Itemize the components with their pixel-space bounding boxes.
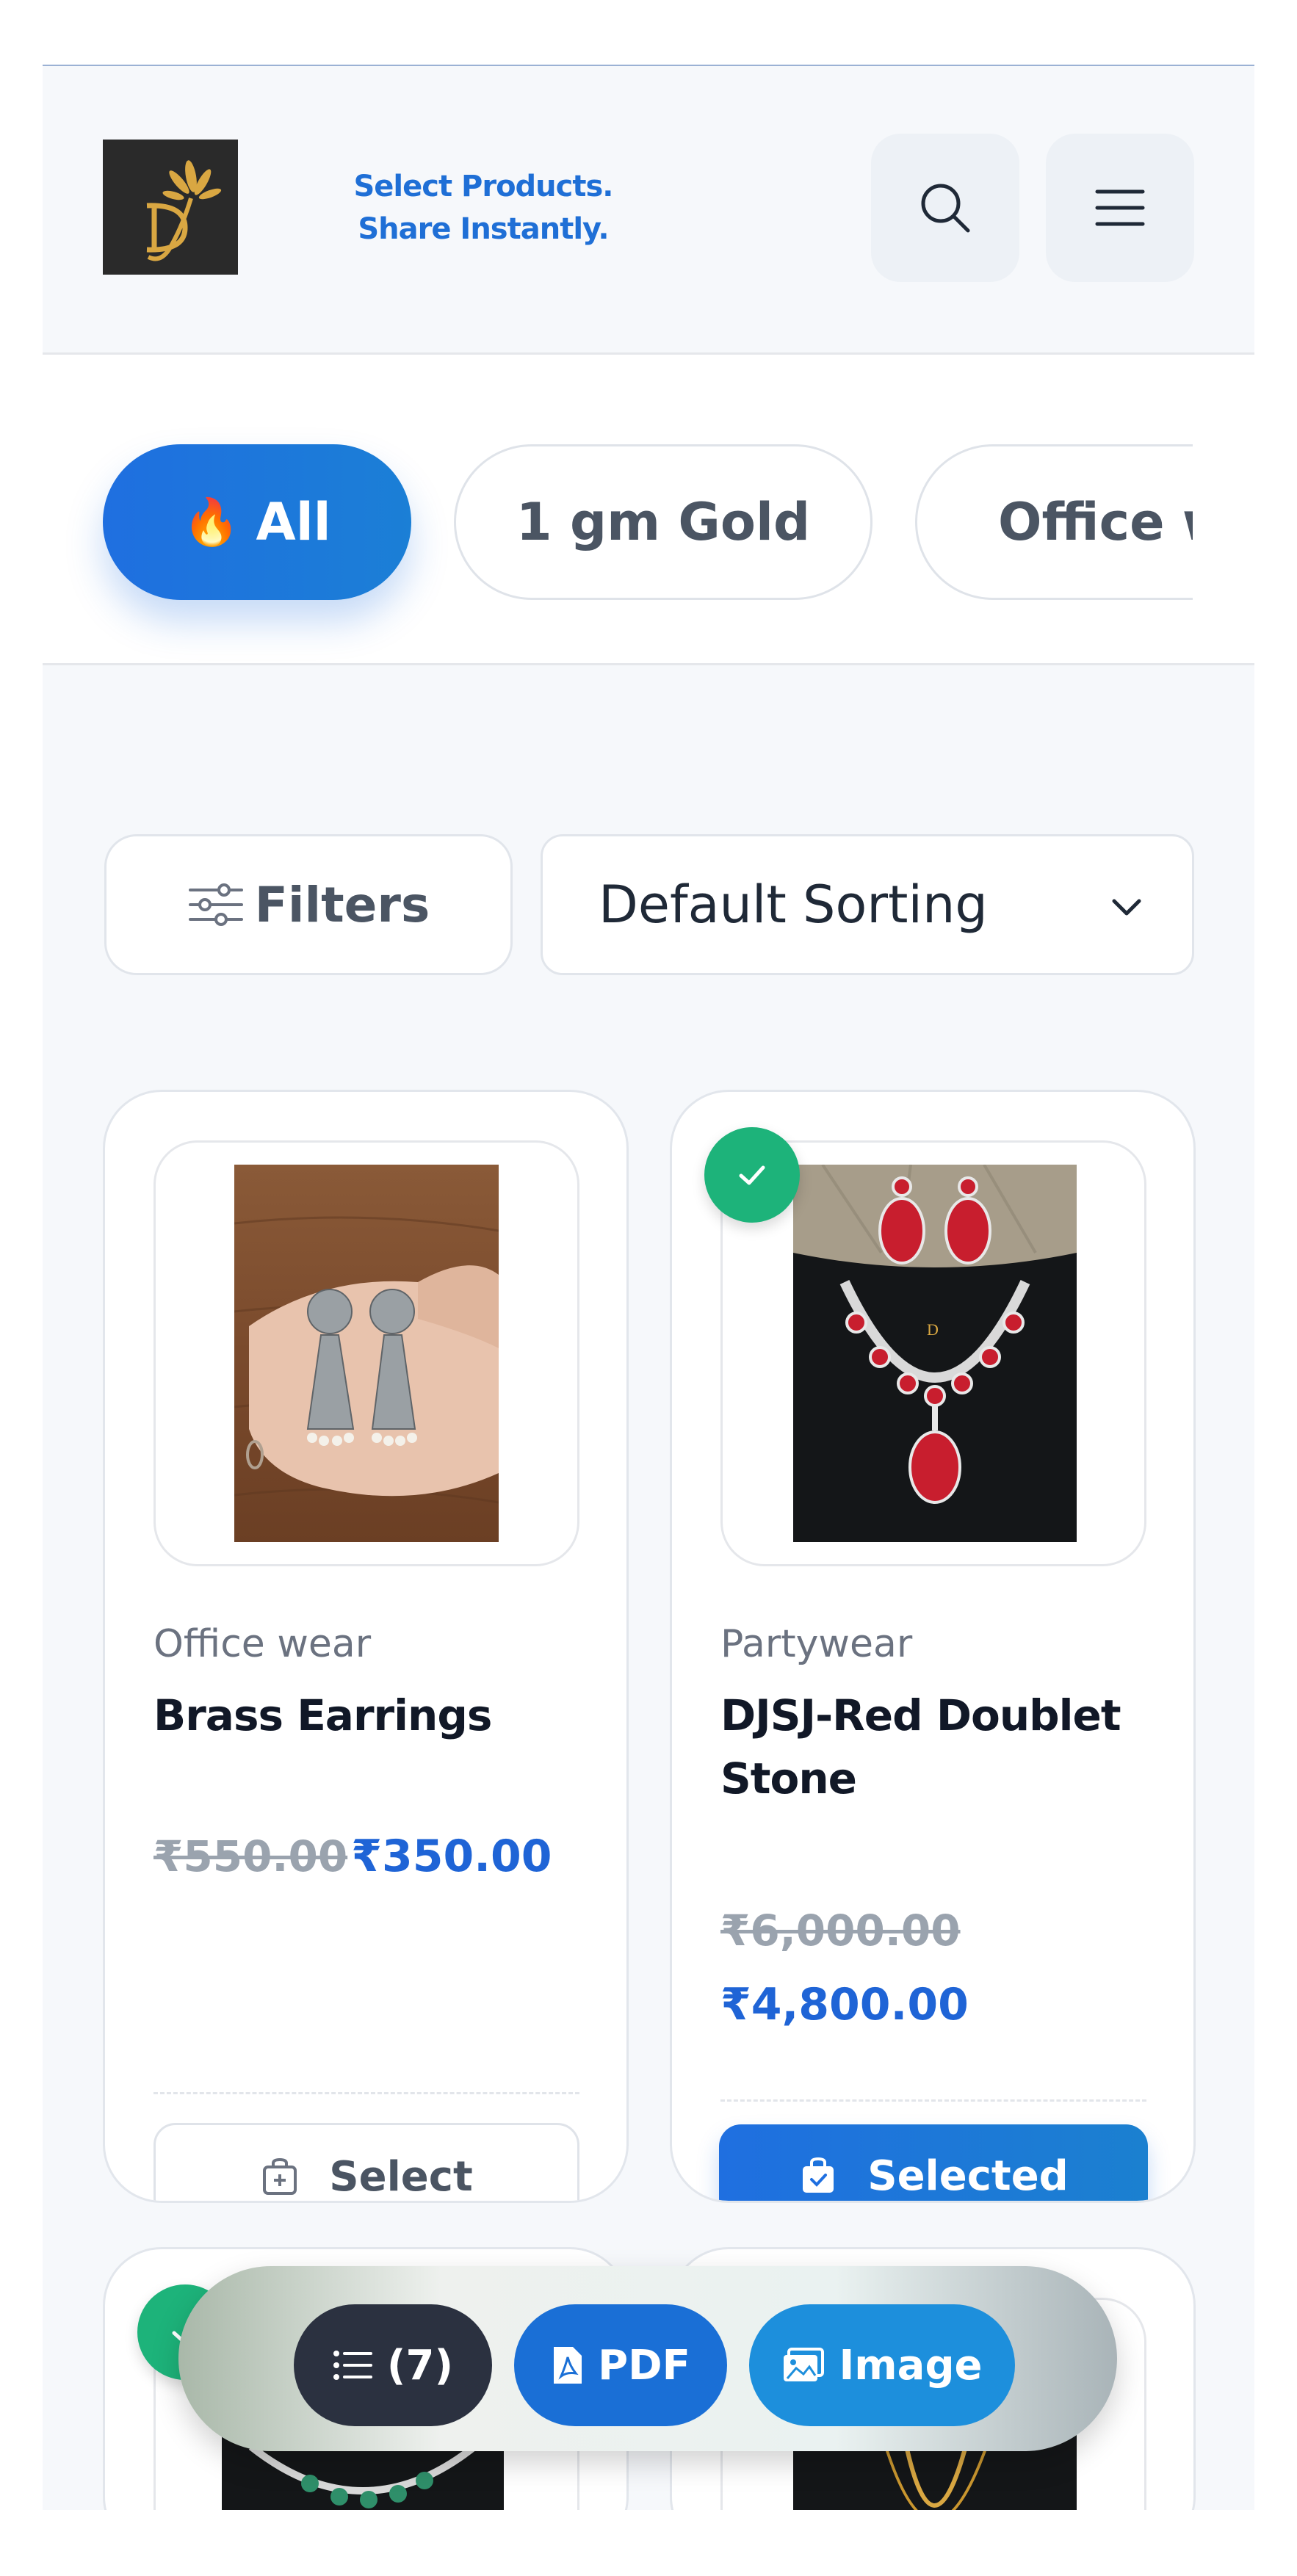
tagline-line-1: Select Products. [353, 170, 613, 203]
brand-logo[interactable] [103, 140, 238, 275]
hamburger-menu-icon [1095, 189, 1145, 226]
app-header: Select Products. Share Instantly. [43, 66, 1254, 352]
product-category: Partywear [720, 1622, 913, 1666]
filters-label: Filters [254, 876, 430, 933]
search-button[interactable] [871, 134, 1019, 282]
category-chip-all[interactable]: 🔥 All [103, 444, 411, 600]
price-row: ₹550.00 ₹350.00 [153, 1831, 552, 1882]
category-tabs: 🔥 All 1 gm Gold Office w [43, 355, 1254, 663]
image-gallery-icon [784, 2348, 825, 2381]
sort-dropdown[interactable]: Default Sorting [541, 834, 1194, 975]
shopping-bag-plus-icon [263, 2157, 297, 2195]
image-label: Image [839, 2341, 983, 2389]
category-chip-1gm-gold[interactable]: 1 gm Gold [454, 444, 873, 600]
product-card[interactable]: Office wear Brass Earrings ₹550.00 ₹350.… [103, 1090, 629, 2203]
product-image-frame[interactable] [153, 1140, 579, 1566]
product-title[interactable]: DJSJ-Red Doublet Stone [720, 1684, 1161, 1810]
selected-button[interactable]: Selected [719, 2124, 1148, 2201]
chips-divider [43, 663, 1254, 665]
pdf-file-icon [554, 2347, 582, 2384]
sale-price: ₹4,800.00 [720, 1979, 969, 2030]
selected-count: (7) [386, 2341, 454, 2389]
share-image-button[interactable]: Image [749, 2304, 1015, 2426]
selected-list-button[interactable]: (7) [294, 2304, 492, 2426]
sliders-icon [188, 883, 243, 926]
product-card[interactable]: D Partywear DJSJ-Red Doublet Stone ₹6,00… [670, 1090, 1196, 2203]
select-button[interactable]: Select [153, 2123, 579, 2201]
selected-button-label: Selected [867, 2152, 1069, 2200]
select-button-label: Select [329, 2152, 473, 2201]
shopping-bag-check-icon [803, 2157, 834, 2193]
original-price: ₹550.00 [153, 1831, 348, 1881]
app-frame: Select Products. Share Instantly. 🔥 All … [43, 65, 1254, 2510]
product-category: Office wear [153, 1622, 372, 1666]
chips-scroll-fade [1193, 355, 1254, 663]
menu-button[interactable] [1046, 134, 1194, 282]
category-chip-label: 1 gm Gold [516, 492, 811, 552]
flame-icon: 🔥 [183, 495, 240, 549]
svg-text:D: D [927, 1320, 939, 1339]
floating-action-bar: (7) PDF Image [178, 2266, 1117, 2451]
list-icon [333, 2351, 372, 2380]
product-title[interactable]: Brass Earrings [153, 1684, 594, 1747]
chevron-down-icon [1112, 899, 1141, 916]
sort-selected-value: Default Sorting [599, 875, 988, 935]
logo-mark-icon [103, 140, 238, 275]
share-pdf-button[interactable]: PDF [514, 2304, 727, 2426]
sale-price: ₹350.00 [351, 1831, 552, 1882]
pdf-label: PDF [598, 2341, 690, 2389]
search-icon [921, 184, 970, 233]
product-image: D [793, 1165, 1077, 1542]
tagline-line-2: Share Instantly. [358, 212, 609, 246]
tagline: Select Products. Share Instantly. [344, 165, 623, 250]
original-price: ₹6,000.00 [720, 1906, 961, 1955]
category-chip-label: All [256, 492, 331, 552]
divider [153, 2092, 579, 2094]
divider [720, 2099, 1146, 2102]
checkmark-icon [739, 1165, 765, 1185]
selected-check-badge[interactable] [704, 1127, 800, 1223]
product-image [234, 1165, 499, 1542]
filters-button[interactable]: Filters [104, 834, 513, 975]
